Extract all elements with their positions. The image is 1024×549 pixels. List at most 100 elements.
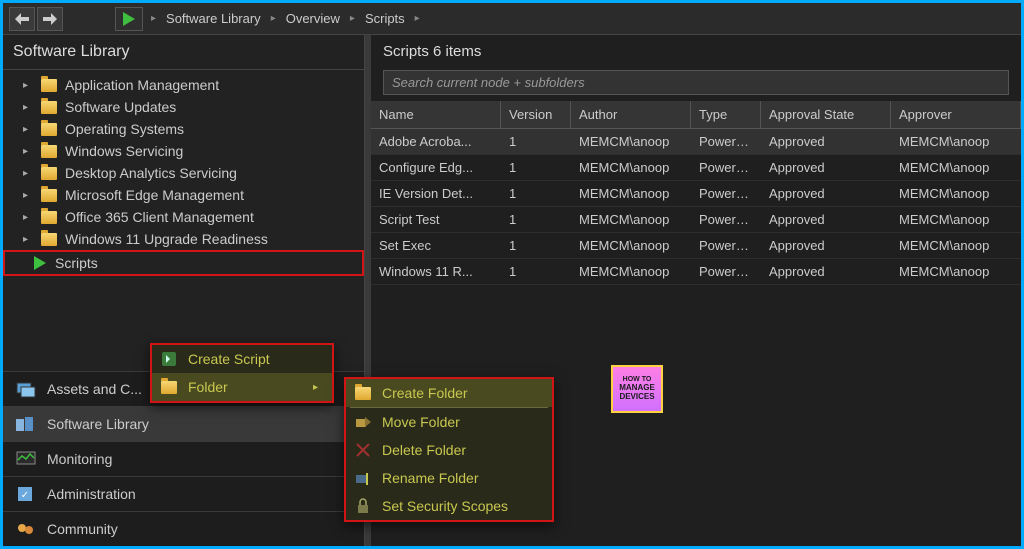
table-cell: MEMCM\anoop — [571, 155, 691, 180]
menu-item-create-folder[interactable]: Create Folder — [346, 379, 552, 407]
table-row[interactable]: Set Exec1MEMCM\anoopPowerS...ApprovedMEM… — [371, 233, 1021, 259]
folder-icon — [354, 385, 372, 401]
menu-item-set-security-scopes[interactable]: Set Security Scopes — [346, 492, 552, 520]
folder-icon — [160, 379, 178, 395]
assets-icon — [15, 380, 37, 398]
expand-icon: ▸ — [23, 168, 33, 179]
breadcrumb-item[interactable]: Scripts — [365, 11, 405, 26]
menu-item-move-folder[interactable]: Move Folder — [346, 408, 552, 436]
table-cell: Approved — [761, 155, 891, 180]
folder-icon — [41, 233, 57, 246]
column-header[interactable]: Approver — [891, 101, 1021, 128]
workspace-library[interactable]: Software Library — [3, 406, 364, 441]
tree-item[interactable]: ▸ Microsoft Edge Management — [3, 184, 364, 206]
table-row[interactable]: Script Test1MEMCM\anoopPowerS...Approved… — [371, 207, 1021, 233]
table-cell: MEMCM\anoop — [891, 259, 1021, 284]
table-cell: Approved — [761, 181, 891, 206]
menu-item-label: Folder — [188, 379, 228, 395]
table-cell: 1 — [501, 181, 571, 206]
table-cell: 1 — [501, 259, 571, 284]
content-title: Scripts 6 items — [371, 35, 1021, 68]
run-icon[interactable] — [115, 7, 143, 31]
table-row[interactable]: Adobe Acroba...1MEMCM\anoopPowerS...Appr… — [371, 129, 1021, 155]
breadcrumb[interactable]: ▸ Software Library ▸ Overview ▸ Scripts … — [151, 11, 420, 26]
menu-item-folder[interactable]: Folder ▸ — [152, 373, 332, 401]
navigation-tree: ▸Application Management▸Software Updates… — [3, 70, 364, 371]
nav-back-button[interactable] — [9, 7, 35, 31]
folder-icon — [41, 145, 57, 158]
context-menu: Create Script Folder ▸ — [150, 343, 334, 403]
table-cell: MEMCM\anoop — [571, 233, 691, 258]
tree-item-label: Scripts — [55, 255, 98, 271]
workspace-label: Assets and C... — [47, 381, 142, 397]
table-cell: Adobe Acroba... — [371, 129, 501, 154]
menu-item-label: Rename Folder — [382, 470, 479, 486]
tree-item-label: Windows Servicing — [65, 143, 183, 159]
chevron-right-icon: ▸ — [350, 13, 355, 24]
table-cell: MEMCM\anoop — [571, 181, 691, 206]
expand-icon: ▸ — [23, 190, 33, 201]
tree-item[interactable]: ▸Application Management — [3, 74, 364, 96]
tree-item-label: Microsoft Edge Management — [65, 187, 244, 203]
table-cell: Configure Edg... — [371, 155, 501, 180]
folder-icon — [41, 211, 57, 224]
search-input[interactable]: Search current node + subfolders — [383, 70, 1009, 95]
breadcrumb-item[interactable]: Overview — [286, 11, 340, 26]
menu-item-label: Create Script — [188, 351, 270, 367]
column-header[interactable]: Author — [571, 101, 691, 128]
chevron-right-icon: ▸ — [151, 13, 156, 24]
script-play-icon — [33, 256, 47, 270]
tree-item-label: Windows 11 Upgrade Readiness — [65, 231, 268, 247]
column-header[interactable]: Name — [371, 101, 501, 128]
chevron-right-icon: ▸ — [415, 13, 420, 24]
tree-item-label: Desktop Analytics Servicing — [65, 165, 237, 181]
table-cell: MEMCM\anoop — [891, 233, 1021, 258]
table-row[interactable]: Configure Edg...1MEMCM\anoopPowerS...App… — [371, 155, 1021, 181]
svg-text:✓: ✓ — [21, 490, 29, 501]
table-cell: 1 — [501, 129, 571, 154]
table-row[interactable]: IE Version Det...1MEMCM\anoopPowerS...Ap… — [371, 181, 1021, 207]
expand-icon: ▸ — [23, 234, 33, 245]
table-row[interactable]: Windows 11 R...1MEMCM\anoopPowerS...Appr… — [371, 259, 1021, 285]
menu-item-label: Create Folder — [382, 385, 468, 401]
tree-item[interactable]: ▸Software Updates — [3, 96, 364, 118]
tree-item[interactable]: ▸ Desktop Analytics Servicing — [3, 162, 364, 184]
menu-item-label: Delete Folder — [382, 442, 466, 458]
folder-icon — [41, 167, 57, 180]
breadcrumb-item[interactable]: Software Library — [166, 11, 261, 26]
tree-item-scripts[interactable]: Scripts — [3, 250, 364, 276]
tree-item[interactable]: ▸ Windows Servicing — [3, 140, 364, 162]
column-header[interactable]: Type — [691, 101, 761, 128]
menu-item-delete-folder[interactable]: Delete Folder — [346, 436, 552, 464]
chevron-right-icon: ▸ — [313, 382, 318, 393]
table-cell: 1 — [501, 207, 571, 232]
table-cell: PowerS... — [691, 207, 761, 232]
table-cell: Set Exec — [371, 233, 501, 258]
expand-icon: ▸ — [23, 212, 33, 223]
table-cell: 1 — [501, 155, 571, 180]
tree-item[interactable]: ▸Office 365 Client Management — [3, 206, 364, 228]
nav-forward-button[interactable] — [37, 7, 63, 31]
menu-item-rename-folder[interactable]: Rename Folder — [346, 464, 552, 492]
tree-item[interactable]: ▸Operating Systems — [3, 118, 364, 140]
lock-icon — [354, 498, 372, 514]
workspace-label: Monitoring — [47, 451, 112, 467]
table-cell: PowerS... — [691, 233, 761, 258]
workspace-admin[interactable]: ✓Administration — [3, 476, 364, 511]
community-icon — [15, 520, 37, 538]
table-cell: Approved — [761, 129, 891, 154]
menu-item-create-script[interactable]: Create Script — [152, 345, 332, 373]
expand-icon: ▸ — [23, 80, 33, 91]
column-header[interactable]: Version — [501, 101, 571, 128]
folder-icon — [41, 123, 57, 136]
workspace-monitoring[interactable]: Monitoring — [3, 441, 364, 476]
library-icon — [15, 415, 37, 433]
table-cell: MEMCM\anoop — [891, 129, 1021, 154]
folder-icon — [41, 189, 57, 202]
column-header[interactable]: Approval State — [761, 101, 891, 128]
tree-item[interactable]: ▸ Windows 11 Upgrade Readiness — [3, 228, 364, 250]
workspace-community[interactable]: Community — [3, 511, 364, 546]
table-cell: 1 — [501, 233, 571, 258]
rename-icon — [354, 470, 372, 486]
expand-icon: ▸ — [23, 146, 33, 157]
